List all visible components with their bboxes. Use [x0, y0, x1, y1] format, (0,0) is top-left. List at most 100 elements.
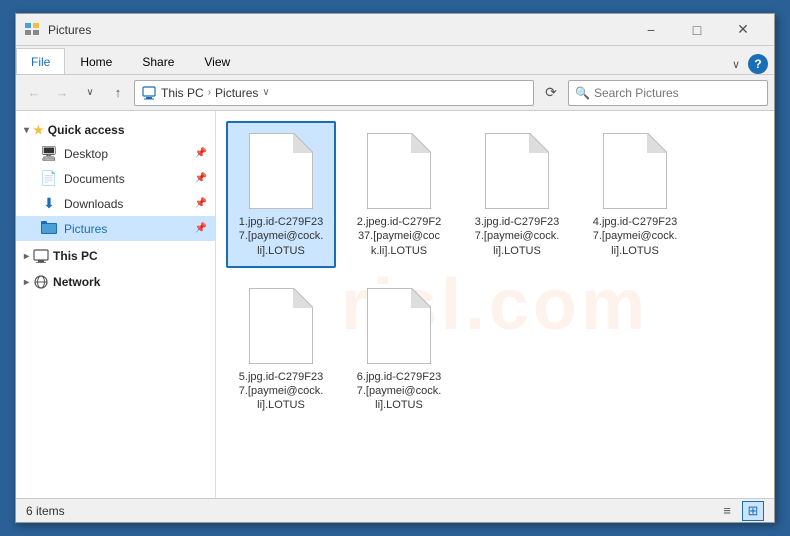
downloads-label: Downloads	[64, 197, 123, 211]
pin-icon: 📌	[195, 173, 207, 184]
file-name: 6.jpg.id-C279F237.[paymei@cock.li].LOTUS	[357, 370, 442, 413]
close-button[interactable]: ✕	[720, 14, 766, 46]
network-icon	[33, 275, 49, 289]
file-area: risl.com 1.jpg.id-C279F237.[paymei@cock.…	[216, 111, 774, 498]
this-pc-section: ▸ This PC	[16, 245, 215, 267]
file-item[interactable]: 4.jpg.id-C279F237.[paymei@cock.li].LOTUS	[580, 121, 690, 268]
file-icon-wrapper	[363, 286, 435, 366]
file-item[interactable]: 1.jpg.id-C279F237.[paymei@cock.li].LOTUS	[226, 121, 336, 268]
search-icon: 🔍	[575, 86, 590, 100]
quick-access-section: ▾ ★ Quick access 🖥 Desktop 📌 📄 Documents…	[16, 119, 215, 241]
document-icon-svg	[249, 288, 313, 364]
desktop-label: Desktop	[64, 147, 108, 161]
desktop-icon: 🖥	[40, 145, 58, 162]
sidebar: ▾ ★ Quick access 🖥 Desktop 📌 📄 Documents…	[16, 111, 216, 498]
forward-button[interactable]: →	[50, 81, 74, 105]
downloads-icon: ⬇	[40, 195, 58, 212]
documents-label: Documents	[64, 172, 125, 186]
title-bar-icons	[24, 22, 40, 38]
file-icon	[249, 288, 313, 364]
list-view-button[interactable]: ≡	[716, 501, 738, 521]
file-icon	[367, 288, 431, 364]
tab-home[interactable]: Home	[65, 48, 127, 74]
network-label: Network	[53, 275, 100, 289]
sidebar-item-desktop[interactable]: 🖥 Desktop 📌	[16, 141, 215, 166]
address-path[interactable]: This PC › Pictures ∨	[134, 80, 534, 106]
address-bar: ← → ∨ ↑ This PC › Pictures ∨ ⟳ 🔍	[16, 75, 774, 111]
path-this-pc[interactable]: This PC	[161, 86, 204, 100]
expand-icon: ▾	[24, 125, 29, 136]
dropdown-button[interactable]: ∨	[78, 81, 102, 105]
file-name: 2.jpeg.id-C279F237.[paymei@cock.li].LOTU…	[357, 215, 441, 258]
quick-access-header[interactable]: ▾ ★ Quick access	[16, 119, 215, 141]
search-input[interactable]	[594, 86, 761, 100]
pictures-folder-icon	[41, 220, 57, 234]
tab-file[interactable]: File	[16, 48, 65, 74]
tab-view[interactable]: View	[189, 48, 245, 74]
window-controls: − □ ✕	[628, 14, 766, 46]
refresh-button[interactable]: ⟳	[538, 80, 564, 106]
pin-icon: 📌	[195, 198, 207, 209]
sidebar-item-pictures[interactable]: Pictures 📌	[16, 216, 215, 241]
status-bar: 6 items ≡ ⊞	[16, 498, 774, 522]
this-pc-label: This PC	[53, 249, 98, 263]
up-button[interactable]: ↑	[106, 81, 130, 105]
file-name: 4.jpg.id-C279F237.[paymei@cock.li].LOTUS	[593, 215, 678, 258]
document-icon-svg	[249, 133, 313, 209]
view-controls: ≡ ⊞	[716, 501, 764, 521]
document-icon-svg	[367, 288, 431, 364]
file-name: 1.jpg.id-C279F237.[paymei@cock.li].LOTUS	[239, 215, 324, 258]
file-icon	[485, 133, 549, 209]
file-icon-wrapper	[363, 131, 435, 211]
file-name: 3.jpg.id-C279F237.[paymei@cock.li].LOTUS	[475, 215, 560, 258]
sidebar-item-documents[interactable]: 📄 Documents 📌	[16, 166, 215, 191]
item-count: 6 items	[26, 504, 65, 518]
expand-icon: ▸	[24, 251, 29, 262]
back-button[interactable]: ←	[22, 81, 46, 105]
document-icon-svg	[367, 133, 431, 209]
quick-access-label: Quick access	[48, 123, 125, 137]
ribbon-tab-bar: File Home Share View ∨ ?	[16, 46, 774, 74]
file-icon-wrapper	[245, 286, 317, 366]
file-item[interactable]: 5.jpg.id-C279F237.[paymei@cock.li].LOTUS	[226, 276, 336, 423]
path-pictures[interactable]: Pictures	[215, 86, 258, 100]
computer-icon	[141, 85, 157, 101]
main-area: ▾ ★ Quick access 🖥 Desktop 📌 📄 Documents…	[16, 111, 774, 498]
file-name: 5.jpg.id-C279F237.[paymei@cock.li].LOTUS	[239, 370, 324, 413]
sidebar-item-downloads[interactable]: ⬇ Downloads 📌	[16, 191, 215, 216]
file-icon	[249, 133, 313, 209]
window-title: Pictures	[48, 23, 628, 37]
file-item[interactable]: 6.jpg.id-C279F237.[paymei@cock.li].LOTUS	[344, 276, 454, 423]
network-section: ▸ Network	[16, 271, 215, 293]
expand-icon: ▸	[24, 277, 29, 288]
tab-share[interactable]: Share	[127, 48, 189, 74]
network-header[interactable]: ▸ Network	[16, 271, 215, 293]
search-box[interactable]: 🔍	[568, 80, 768, 106]
ribbon-right-controls: ∨ ?	[728, 54, 774, 74]
files-grid: 1.jpg.id-C279F237.[paymei@cock.li].LOTUS…	[226, 121, 764, 488]
ribbon-expand-button[interactable]: ∨	[728, 56, 744, 73]
this-pc-header[interactable]: ▸ This PC	[16, 245, 215, 267]
help-button[interactable]: ?	[748, 54, 768, 74]
title-bar: Pictures − □ ✕	[16, 14, 774, 46]
pin-icon: 📌	[195, 148, 207, 159]
document-icon-svg	[485, 133, 549, 209]
minimize-button[interactable]: −	[628, 14, 674, 46]
star-icon: ★	[33, 123, 44, 137]
file-icon-wrapper	[481, 131, 553, 211]
file-icon	[603, 133, 667, 209]
file-item[interactable]: 2.jpeg.id-C279F237.[paymei@cock.li].LOTU…	[344, 121, 454, 268]
file-icon	[367, 133, 431, 209]
pin-icon: 📌	[195, 223, 207, 234]
pictures-label: Pictures	[64, 222, 107, 236]
file-item[interactable]: 3.jpg.id-C279F237.[paymei@cock.li].LOTUS	[462, 121, 572, 268]
maximize-button[interactable]: □	[674, 14, 720, 46]
file-icon-wrapper	[599, 131, 671, 211]
this-pc-icon	[33, 249, 49, 263]
pictures-icon	[40, 220, 58, 237]
documents-icon: 📄	[40, 170, 58, 187]
file-icon-wrapper	[245, 131, 317, 211]
ribbon: File Home Share View ∨ ?	[16, 46, 774, 75]
grid-view-button[interactable]: ⊞	[742, 501, 764, 521]
document-icon-svg	[603, 133, 667, 209]
